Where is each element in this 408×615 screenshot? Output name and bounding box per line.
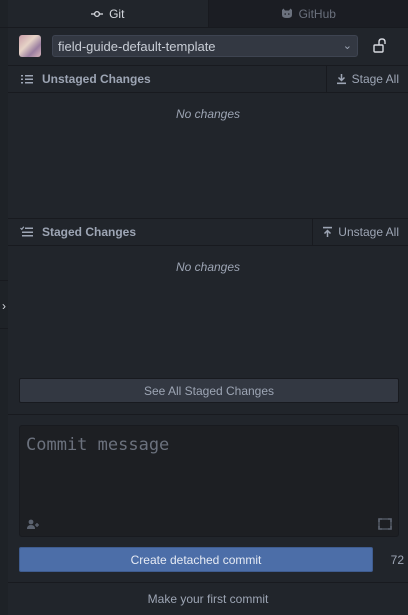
- repo-select-value: field-guide-default-template: [58, 38, 216, 54]
- commit-message-placeholder: Commit message: [26, 435, 170, 455]
- recent-commits-empty: Make your first commit: [8, 582, 408, 615]
- tab-git-label: Git: [109, 6, 125, 21]
- list-unordered-icon: [21, 75, 33, 84]
- dock-gutter: ›: [0, 0, 8, 615]
- stage-all-button[interactable]: Stage All: [325, 66, 408, 92]
- tab-git[interactable]: Git: [8, 0, 208, 27]
- staged-changes-title: Staged Changes: [42, 225, 137, 239]
- remaining-characters-count: 72: [390, 553, 404, 567]
- commit-message-editor[interactable]: Commit message: [19, 425, 399, 537]
- unstage-all-button[interactable]: Unstage All: [312, 219, 408, 245]
- add-coauthor-icon[interactable]: [26, 518, 40, 530]
- unstage-all-label: Unstage All: [338, 225, 399, 239]
- create-commit-label: Create detached commit: [130, 552, 262, 567]
- upload-arrow-icon: [323, 226, 333, 237]
- git-panel: Git GitHub field-guide-default-template …: [8, 0, 408, 615]
- unstaged-changes-header[interactable]: Unstaged Changes Stage All: [8, 65, 408, 93]
- create-commit-button[interactable]: Create detached commit: [19, 547, 373, 572]
- unstaged-empty-message: No changes: [175, 107, 241, 121]
- tab-github-label: GitHub: [298, 6, 336, 21]
- repo-select[interactable]: field-guide-default-template ⌄: [52, 35, 358, 57]
- expand-editor-icon[interactable]: [378, 518, 392, 530]
- first-commit-message: Make your first commit: [147, 592, 269, 606]
- staged-empty-message: No changes: [175, 260, 241, 274]
- avatar[interactable]: [19, 35, 41, 57]
- git-commit-icon: [91, 10, 104, 17]
- unstaged-changes-title: Unstaged Changes: [42, 72, 151, 86]
- stage-all-label: Stage All: [351, 72, 399, 86]
- chevron-down-icon: ⌄: [342, 40, 352, 52]
- staged-changes-header[interactable]: Staged Changes Unstage All: [8, 218, 408, 246]
- divider: [8, 414, 408, 415]
- dock-toggle-chevron-icon[interactable]: ›: [0, 296, 8, 316]
- gutter-segment: [0, 0, 8, 329]
- see-all-staged-label: See All Staged Changes: [143, 383, 275, 398]
- panel-tabs: Git GitHub: [8, 0, 408, 28]
- repo-row: field-guide-default-template ⌄: [8, 27, 408, 66]
- octocat-icon: [281, 8, 292, 18]
- download-arrow-icon: [336, 74, 346, 85]
- see-all-staged-changes-button[interactable]: See All Staged Changes: [19, 378, 399, 403]
- tasklist-icon: [20, 226, 33, 237]
- unlock-icon[interactable]: [372, 37, 390, 55]
- tab-github[interactable]: GitHub: [207, 0, 408, 27]
